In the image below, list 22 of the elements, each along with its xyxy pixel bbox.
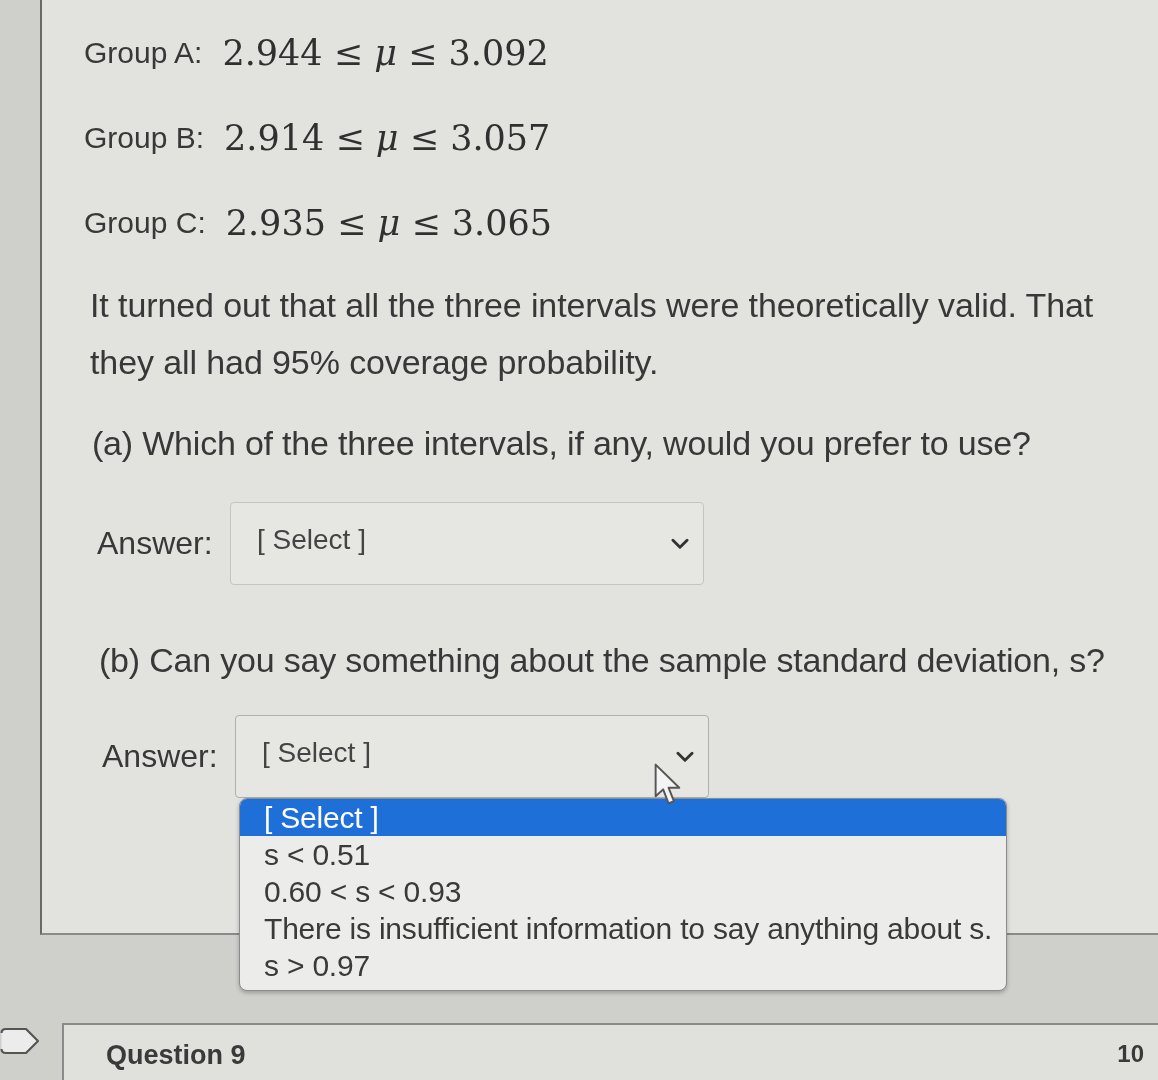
question-prompt: (a) Which of the three intervals, if any, would you prefer to use? [92, 423, 1031, 464]
interval-formula: 2.944 ≤ μ ≤ 3.092 [222, 32, 549, 73]
group-label: Group B: [84, 120, 205, 155]
points-text: 10 [1117, 1039, 1144, 1069]
answer-select[interactable]: [ Select ] [230, 502, 704, 585]
answer-select[interactable]: [ Select ] [235, 715, 709, 798]
chevron-down-icon [676, 750, 694, 763]
paragraph-text: It turned out that all the three intervals were theoretically valid. That they all had 95% coverage probability. [89, 285, 1095, 383]
answer-label: Answer: [97, 525, 214, 562]
question-title: Question 9 [106, 1039, 246, 1071]
dropdown-option[interactable]: s > 0.97 [240, 947, 1006, 984]
dropdown-option[interactable]: 0.60 < s < 0.93 [240, 873, 1006, 910]
dropdown-option[interactable]: There is insufficient information to say anything about s. [240, 910, 1006, 947]
chevron-down-icon [671, 537, 689, 550]
group-label: Group C: [84, 205, 206, 240]
interval-formula: 2.935 ≤ μ ≤ 3.065 [225, 202, 553, 243]
dropdown-option[interactable]: s < 0.51 [240, 836, 1006, 873]
group-label: Group A: [84, 35, 203, 70]
interval-formula: 2.914 ≤ μ ≤ 3.057 [224, 117, 551, 158]
answer-label: Answer: [102, 738, 219, 775]
dropdown-option[interactable]: [ Select ] [240, 799, 1006, 836]
question-prompt: (b) Can you say something about the sample standard deviation, s? [99, 640, 1105, 681]
